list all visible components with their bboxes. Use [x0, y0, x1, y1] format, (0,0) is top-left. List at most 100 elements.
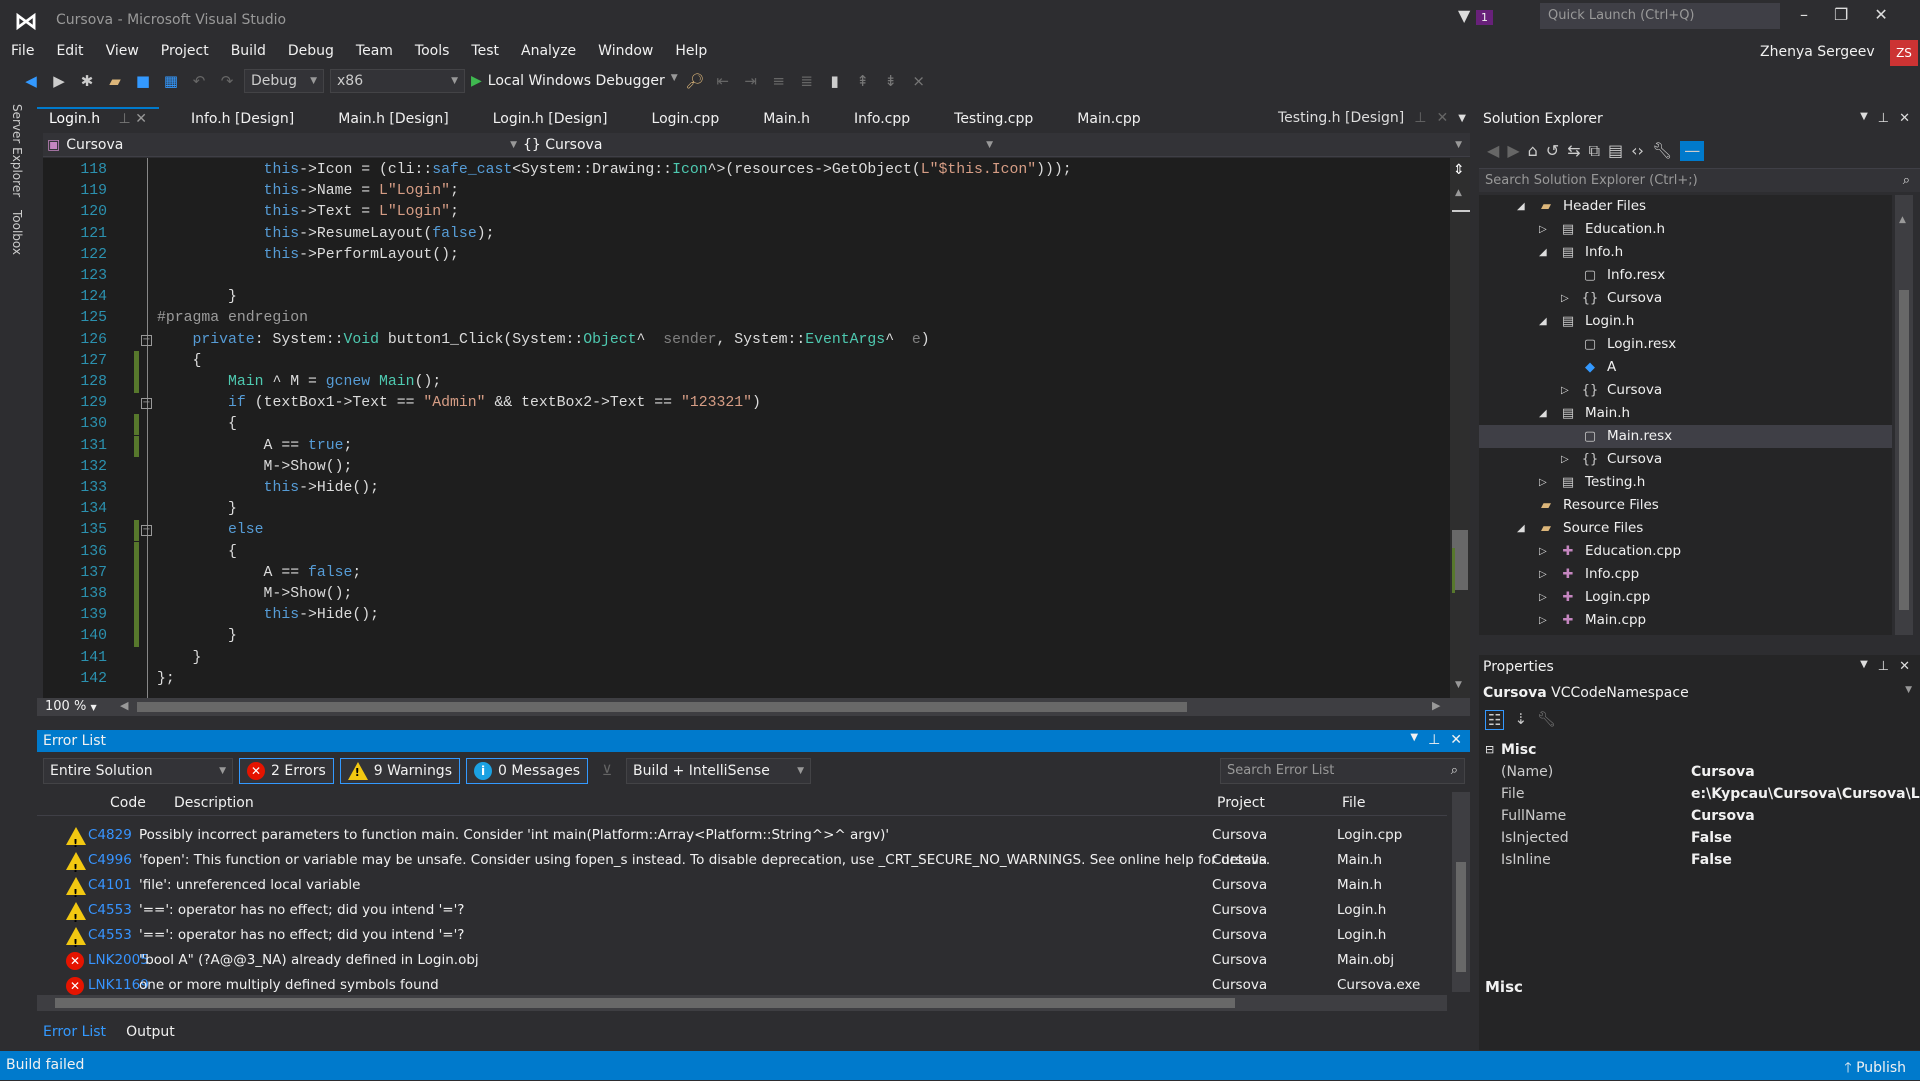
tree-item[interactable]: ◢ ▤ Main.h	[1479, 402, 1892, 425]
pin-icon[interactable]: ⊥	[1428, 732, 1440, 748]
project-dropdown[interactable]: ▣ Cursova ▼	[47, 135, 517, 155]
collapsed-arrow-icon[interactable]: ▷	[1539, 540, 1551, 563]
menu-test[interactable]: Test	[460, 40, 510, 62]
tree-item[interactable]: ▷ ✚ Login.cpp	[1479, 586, 1892, 609]
categorized-icon[interactable]: ☷	[1485, 710, 1505, 730]
configuration-dropdown[interactable]: Debug ▼	[244, 69, 324, 93]
expanded-arrow-icon[interactable]: ◢	[1517, 517, 1529, 540]
tab-output[interactable]: Output	[120, 1022, 181, 1042]
tree-item[interactable]: ◢ ▰ Header Files	[1479, 195, 1892, 218]
property-value[interactable]: False	[1691, 827, 1732, 849]
outdent-icon[interactable]: ⇥	[740, 72, 762, 90]
property-value[interactable]: Cursova	[1691, 805, 1755, 827]
tab-login-h-design[interactable]: Login.h [Design]	[481, 107, 620, 131]
tree-item[interactable]: ▷ ✚ Main.cpp	[1479, 609, 1892, 632]
menu-tools[interactable]: Tools	[404, 40, 461, 62]
server-explorer-tab[interactable]: Server Explorer	[10, 104, 24, 197]
tree-item[interactable]: ▷ ▤ Education.h	[1479, 218, 1892, 241]
show-all-files-icon[interactable]: ▤	[1608, 141, 1623, 161]
collapsed-arrow-icon[interactable]: ▷	[1539, 586, 1551, 609]
menu-help[interactable]: Help	[664, 40, 718, 62]
close-icon[interactable]: ✕	[1899, 659, 1910, 674]
tab-login-h[interactable]: Login.h ⊥ ✕	[37, 107, 159, 131]
property-value[interactable]: Cursova	[1691, 761, 1755, 783]
tree-item[interactable]: ▢ Info.resx	[1479, 264, 1892, 287]
error-row[interactable]: ! C4996 'fopen': This function or variable…	[37, 848, 1447, 875]
save-all-icon[interactable]: ▦	[160, 72, 182, 90]
tab-main-cpp[interactable]: Main.cpp	[1065, 107, 1152, 131]
redo-icon[interactable]: ↷	[216, 72, 238, 90]
error-row[interactable]: ! C4101 'file': unreferenced local variabl…	[37, 873, 1447, 900]
minimize-button[interactable]: –	[1800, 5, 1808, 24]
tree-item[interactable]: ▢ Login.resx	[1479, 333, 1892, 356]
save-icon[interactable]: ■	[132, 72, 154, 90]
menu-view[interactable]: View	[95, 40, 150, 62]
code-editor[interactable]: 118 this->Icon = (cli::safe_cast<System:…	[43, 158, 1450, 698]
collapse-icon[interactable]: −	[141, 398, 152, 410]
column-description[interactable]: Description	[174, 795, 254, 811]
close-tab-icon[interactable]: ✕	[135, 111, 147, 127]
open-file-icon[interactable]: ▰	[104, 72, 126, 90]
error-list-horizontal-scrollbar[interactable]	[37, 995, 1447, 1011]
scroll-up-icon[interactable]: ▲	[1455, 188, 1462, 198]
toolbox-tab[interactable]: Toolbox	[10, 210, 24, 255]
tree-item[interactable]: ▷ {} Cursova	[1479, 448, 1892, 471]
new-project-icon[interactable]: ✱	[76, 72, 98, 90]
collapse-icon[interactable]: ⊟	[1485, 739, 1494, 761]
close-tab-icon[interactable]: ✕	[1436, 110, 1448, 126]
editor-horizontal-scrollbar[interactable]: 100 % ▼ ◀ ▶	[37, 698, 1470, 716]
preview-icon[interactable]: —	[1680, 141, 1705, 161]
expanded-arrow-icon[interactable]: ◢	[1539, 310, 1551, 333]
back-icon[interactable]: ◀	[20, 72, 42, 90]
error-row[interactable]: ✕ LNK2005 "bool A" (?A@@3_NA) already defi…	[37, 948, 1447, 973]
collapsed-arrow-icon[interactable]: ▷	[1561, 287, 1573, 310]
error-code[interactable]: C4553	[88, 898, 132, 923]
start-debugging-button[interactable]: ▶ Local Windows Debugger ▼	[471, 73, 678, 89]
pin-icon[interactable]: ⊥	[1878, 659, 1889, 674]
history-icon[interactable]: ↺	[1546, 141, 1559, 161]
menu-build[interactable]: Build	[220, 40, 277, 62]
horizontal-scroll-thumb[interactable]	[137, 702, 1187, 712]
error-row[interactable]: ! C4553 '==': operator has no effect; did …	[37, 898, 1447, 925]
property-row[interactable]: IsInjected False	[1479, 827, 1920, 849]
close-icon[interactable]: ✕	[1899, 111, 1910, 126]
error-code[interactable]: C4996	[88, 848, 132, 873]
forward-icon[interactable]: ▶	[1507, 141, 1519, 161]
uncomment-icon[interactable]: ≣	[796, 72, 818, 90]
tab-main-h-design[interactable]: Main.h [Design]	[326, 107, 460, 131]
publish-button[interactable]: 🡑 Publish	[1844, 1057, 1906, 1081]
tree-item[interactable]: ▷ ✚ Education.cpp	[1479, 540, 1892, 563]
property-value[interactable]: e:\Kypcau\Cursova\Cursova\Login.h	[1691, 783, 1920, 805]
expanded-arrow-icon[interactable]: ◢	[1539, 402, 1551, 425]
properties-icon[interactable]: 🔧︎	[1652, 141, 1672, 161]
expanded-arrow-icon[interactable]: ◢	[1517, 195, 1529, 218]
alphabetical-icon[interactable]: ⇣	[1514, 710, 1527, 730]
tab-info-cpp[interactable]: Info.cpp	[842, 107, 922, 131]
bookmark-icon[interactable]: ▮	[824, 72, 846, 90]
solution-explorer-search[interactable]: Search Solution Explorer (Ctrl+;) ⌕	[1479, 168, 1920, 192]
tree-item[interactable]: ▷ ▤ Testing.h	[1479, 471, 1892, 494]
notification-flag-icon[interactable]: ▼	[1458, 6, 1470, 25]
tree-item[interactable]: ▷ {} Cursova	[1479, 379, 1892, 402]
scroll-left-icon[interactable]: ◀	[120, 699, 128, 712]
dropdown-icon[interactable]: ▼	[1860, 659, 1868, 674]
menu-analyze[interactable]: Analyze	[510, 40, 587, 62]
find-in-files-icon[interactable]: 🔎︎	[684, 72, 706, 90]
dropdown-icon[interactable]: ▼	[1410, 732, 1418, 748]
tab-info-h-design[interactable]: Info.h [Design]	[179, 107, 306, 131]
scroll-thumb[interactable]	[1456, 862, 1466, 972]
prev-bookmark-icon[interactable]: ⇞	[852, 72, 874, 90]
collapse-all-icon[interactable]: ⧉	[1589, 141, 1600, 161]
scroll-thumb[interactable]	[55, 998, 1235, 1008]
platform-dropdown[interactable]: x86 ▼	[330, 69, 465, 93]
tab-error-list[interactable]: Error List	[37, 1022, 112, 1042]
undo-icon[interactable]: ↶	[188, 72, 210, 90]
collapsed-arrow-icon[interactable]: ▷	[1539, 609, 1551, 632]
object-selector[interactable]: Cursova VCCodeNamespace ▼	[1483, 685, 1920, 701]
property-row[interactable]: File e:\Kypcau\Cursova\Cursova\Login.h	[1479, 783, 1920, 805]
pin-icon[interactable]: ⊥	[114, 111, 135, 127]
close-icon[interactable]: ✕	[1450, 732, 1462, 748]
indent-icon[interactable]: ⇤	[712, 72, 734, 90]
pin-icon[interactable]: ⊥	[1414, 110, 1426, 126]
tree-item[interactable]: ◢ ▤ Login.h	[1479, 310, 1892, 333]
